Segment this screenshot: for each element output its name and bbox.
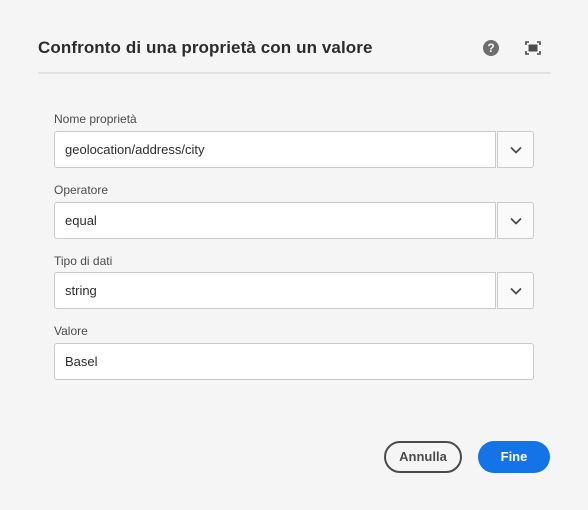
property-name-label: Nome proprietà [54, 112, 137, 126]
dialog-title: Confronto di una proprietà con un valore [38, 38, 373, 57]
property-name-dropdown-button[interactable] [497, 131, 534, 168]
operator-dropdown-button[interactable] [497, 202, 534, 239]
data-type-label: Tipo di dati [54, 254, 113, 268]
cancel-button[interactable]: Annulla [384, 441, 462, 473]
dialog-header: Confronto di una proprietà con un valore… [38, 36, 550, 74]
chevron-down-icon [510, 287, 522, 295]
value-label: Valore [54, 324, 88, 338]
help-icon[interactable]: ? [483, 40, 499, 56]
property-name-field[interactable]: geolocation/address/city [54, 131, 496, 168]
chevron-down-icon [510, 217, 522, 225]
dialog: Confronto di una proprietà con un valore… [0, 0, 588, 510]
chevron-down-icon [510, 146, 522, 154]
value-input[interactable]: Basel [54, 343, 534, 380]
data-type-field[interactable]: string [54, 272, 496, 309]
fullscreen-icon[interactable] [525, 41, 541, 55]
operator-label: Operatore [54, 183, 109, 197]
operator-field[interactable]: equal [54, 202, 496, 239]
done-button[interactable]: Fine [478, 441, 550, 473]
data-type-dropdown-button[interactable] [497, 272, 534, 309]
